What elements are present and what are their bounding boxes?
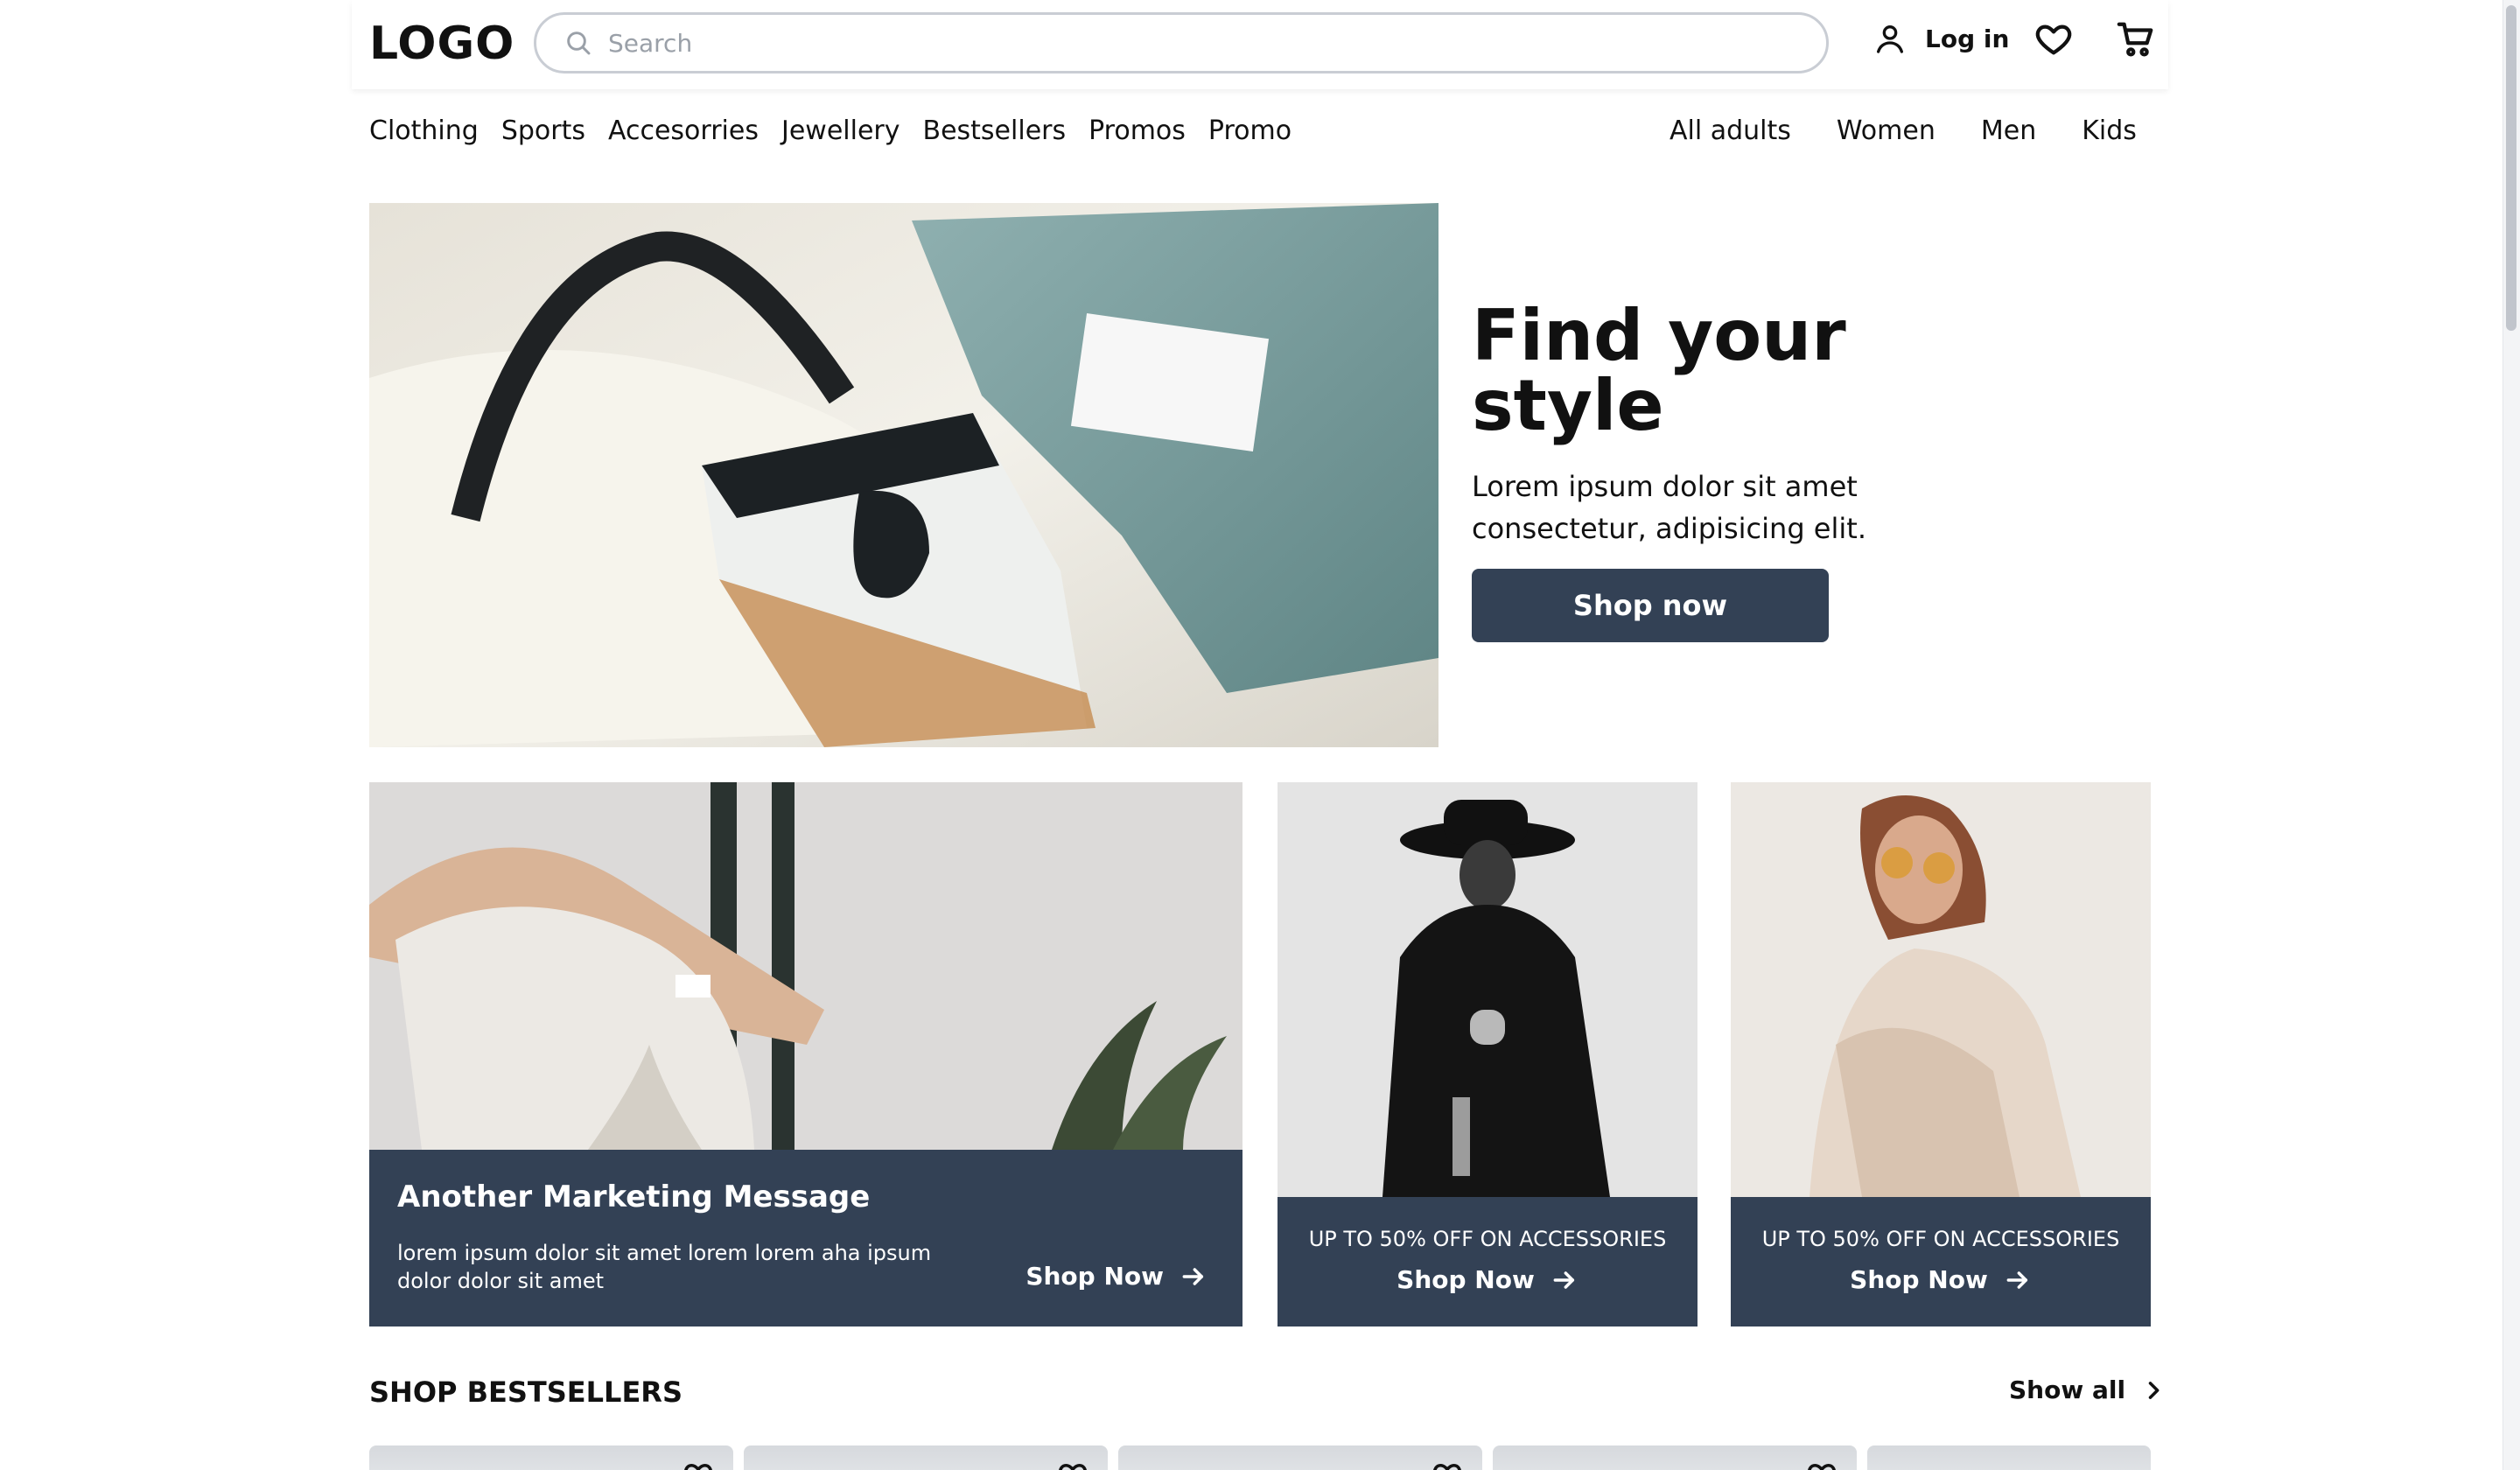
login-label: Log in	[1925, 24, 2010, 53]
product-card[interactable]	[369, 1446, 733, 1470]
heart-icon[interactable]	[1432, 1460, 1463, 1470]
promo-tile-men-footer: UP TO 50% OFF ON ACCESSORIES Shop Now	[1278, 1197, 1698, 1326]
heart-icon[interactable]	[1057, 1460, 1088, 1470]
search-bar[interactable]	[534, 12, 1829, 74]
page-scrollbar[interactable]	[2502, 0, 2520, 1470]
logo[interactable]: LOGO	[369, 18, 514, 70]
marketing-shop-now-link[interactable]: Shop Now	[1026, 1262, 1208, 1291]
heart-icon[interactable]	[682, 1460, 714, 1470]
promo-tile-women-image	[1731, 782, 2151, 1197]
marketing-shop-now-label: Shop Now	[1026, 1262, 1164, 1291]
scrollbar-thumb[interactable]	[2506, 5, 2516, 331]
show-all-label: Show all	[2009, 1376, 2126, 1404]
show-all-link[interactable]: Show all	[2009, 1376, 2166, 1404]
marketing-tile-footer: Another Marketing Message lorem ipsum do…	[369, 1150, 1242, 1326]
search-input[interactable]	[608, 22, 1798, 64]
audience-nav: All adults Women Men Kids	[1670, 116, 2137, 146]
promo-shop-now-label: Shop Now	[1850, 1265, 1988, 1294]
hero-subtitle: Lorem ipsum dolor sit amet consectetur, …	[1472, 470, 1866, 545]
top-header: LOGO Log in	[352, 0, 2168, 89]
category-nav: Clothing Sports Accesorries Jewellery Be…	[369, 116, 1292, 146]
arrow-right-icon	[1182, 1267, 1204, 1285]
product-card[interactable]	[1493, 1446, 1857, 1470]
arrow-right-icon	[2006, 1270, 2027, 1289]
promo-tile-men-image	[1278, 782, 1698, 1197]
login-link[interactable]: Log in	[1872, 21, 2009, 56]
nav-item-bestsellers[interactable]: Bestsellers	[923, 116, 1067, 146]
nav-item-promo[interactable]: Promo	[1208, 116, 1292, 146]
nav-item-clothing[interactable]: Clothing	[369, 116, 479, 146]
heart-icon[interactable]	[1806, 1460, 1838, 1470]
nav-item-promos[interactable]: Promos	[1088, 116, 1186, 146]
product-card[interactable]	[744, 1446, 1108, 1470]
promo-tile-women-footer: UP TO 50% OFF ON ACCESSORIES Shop Now	[1731, 1197, 2151, 1326]
shop-now-button[interactable]: Shop now	[1472, 569, 1829, 642]
chevron-right-icon	[2148, 1381, 2160, 1399]
promo-shop-now-label: Shop Now	[1396, 1265, 1535, 1294]
arrow-right-icon	[1553, 1270, 1574, 1289]
marketing-tile-image	[369, 782, 1242, 1150]
nav-item-all-adults[interactable]: All adults	[1670, 116, 1791, 146]
nav-item-jewellery[interactable]: Jewellery	[781, 116, 900, 146]
heart-icon[interactable]	[2034, 19, 2074, 60]
marketing-tile[interactable]: Another Marketing Message lorem ipsum do…	[369, 782, 1242, 1326]
product-card[interactable]	[1118, 1446, 1482, 1470]
promo-tile-women[interactable]: UP TO 50% OFF ON ACCESSORIES Shop Now	[1731, 782, 2151, 1326]
product-card[interactable]	[1867, 1446, 2151, 1470]
nav-item-women[interactable]: Women	[1837, 116, 1936, 146]
section-title-bestsellers: SHOP BESTSELLERS	[369, 1376, 682, 1409]
search-icon	[567, 32, 591, 55]
promo-text: UP TO 50% OFF ON ACCESSORIES	[1308, 1227, 1667, 1251]
marketing-heading: Another Marketing Message	[397, 1180, 871, 1214]
user-icon	[1877, 25, 1903, 53]
promo-shop-now-link[interactable]: Shop Now	[1278, 1265, 1698, 1294]
cart-icon[interactable]	[2116, 19, 2156, 60]
hero-title: Find your style	[1472, 295, 1846, 446]
hero-image	[369, 203, 1438, 747]
marketing-body: lorem ipsum dolor sit amet lorem lorem a…	[397, 1241, 932, 1293]
nav-item-kids[interactable]: Kids	[2082, 116, 2137, 146]
nav-item-men[interactable]: Men	[1981, 116, 2036, 146]
nav-item-accessories[interactable]: Accesorries	[608, 116, 759, 146]
promo-shop-now-link[interactable]: Shop Now	[1731, 1265, 2151, 1294]
nav-item-sports[interactable]: Sports	[501, 116, 585, 146]
promo-text: UP TO 50% OFF ON ACCESSORIES	[1761, 1227, 2120, 1251]
promo-tile-men[interactable]: UP TO 50% OFF ON ACCESSORIES Shop Now	[1278, 782, 1698, 1326]
